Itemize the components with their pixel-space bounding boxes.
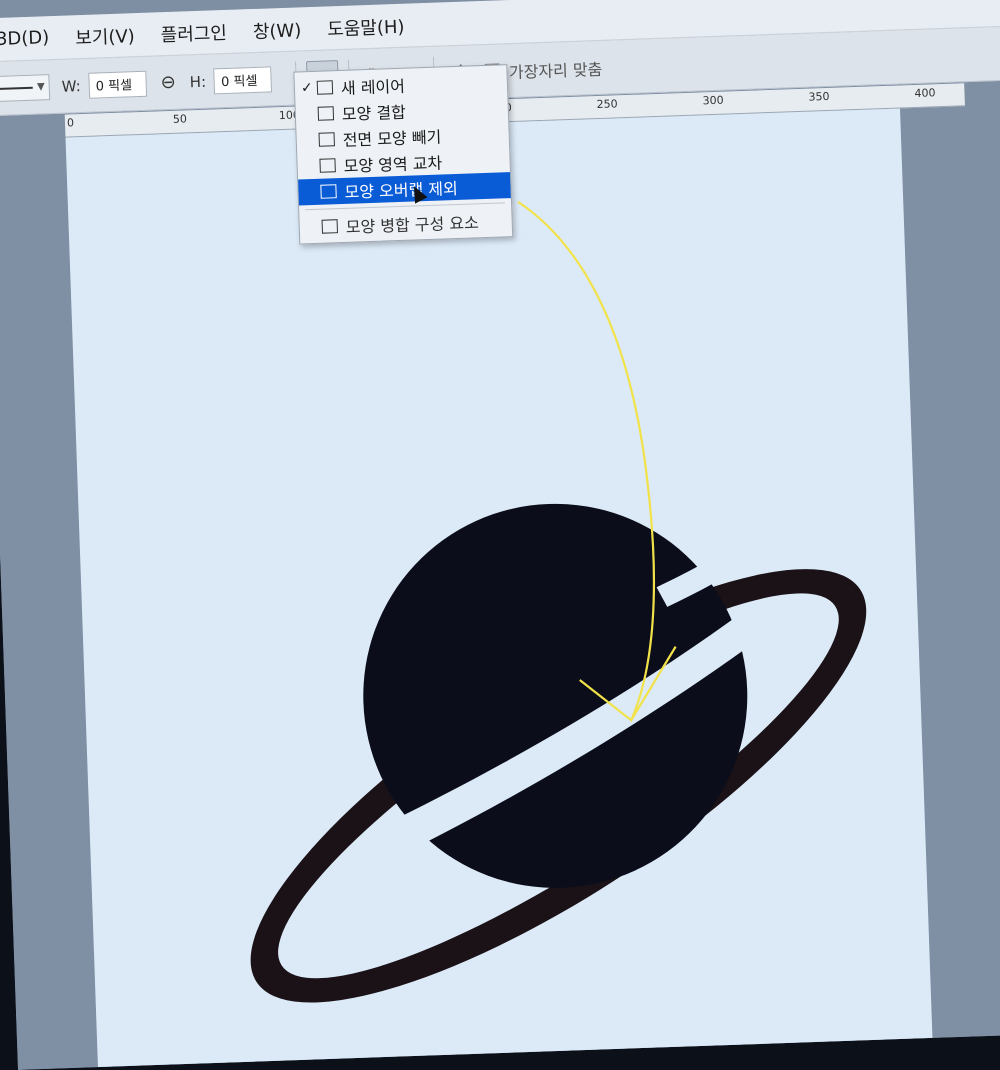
subtract-front-shape-icon [318,132,335,147]
stroke-type-select[interactable]: ▼ [0,73,51,102]
chevron-down-icon: ▼ [36,81,45,93]
checkmark-icon: ✓ [300,79,313,97]
menu-item-merge-shape-components[interactable]: 모양 병합 구성 요소 [299,207,512,240]
menu-item-label: 새 레이어 [340,76,406,98]
artwork [250,503,867,1003]
stroke-line-preview [0,86,34,90]
height-field[interactable]: 0 픽셀 [213,65,273,94]
menu-window[interactable]: 창(W) [252,16,302,44]
merge-shape-components-icon [321,219,339,234]
empty-check [303,140,319,141]
ruler-label: 300 [702,93,724,108]
empty-check [306,227,322,228]
ruler-label: 50 [172,112,188,126]
width-field[interactable]: 0 픽셀 [88,70,148,99]
menu-3d[interactable]: 3D(D) [0,27,50,50]
exclude-overlapping-shapes-icon [320,184,337,199]
height-label: H: [189,72,207,91]
menu-item-label: 모양 영역 교차 [343,153,443,176]
ruler-label: 350 [808,89,830,104]
empty-check [305,192,321,193]
ruler-label: 250 [596,97,618,112]
new-layer-icon [316,80,334,95]
menu-plugins[interactable]: 플러그인 [160,18,227,46]
menu-help[interactable]: 도움말(H) [327,12,405,41]
path-operations-menu: ✓ 새 레이어 모양 결합 전면 모양 빼기 모양 영역 교차 모양 오버랩 제… [293,64,514,245]
align-edges-label: 가장자리 맞춤 [508,59,603,82]
menu-item-label: 모양 병합 구성 요소 [345,213,480,237]
ruler-label: 0 [66,116,75,130]
document-canvas[interactable] [65,108,934,1070]
empty-check [302,114,318,115]
menu-item-label: 모양 결합 [341,102,407,124]
ruler-label: 400 [914,86,936,100]
menu-item-label: 전면 모양 빼기 [342,127,442,150]
screen: 3D(D) 보기(V) 플러그인 창(W) 도움말(H) ▼ W: 0 픽셀 ⊖… [0,0,1000,1070]
empty-check [304,166,320,167]
menu-item-label: 모양 오버랩 제외 [344,178,459,202]
combine-shapes-icon [317,106,335,121]
width-label: W: [61,76,82,96]
link-icon[interactable]: ⊖ [160,72,176,94]
menu-view[interactable]: 보기(V) [75,22,135,50]
intersect-shape-areas-icon [319,158,336,173]
